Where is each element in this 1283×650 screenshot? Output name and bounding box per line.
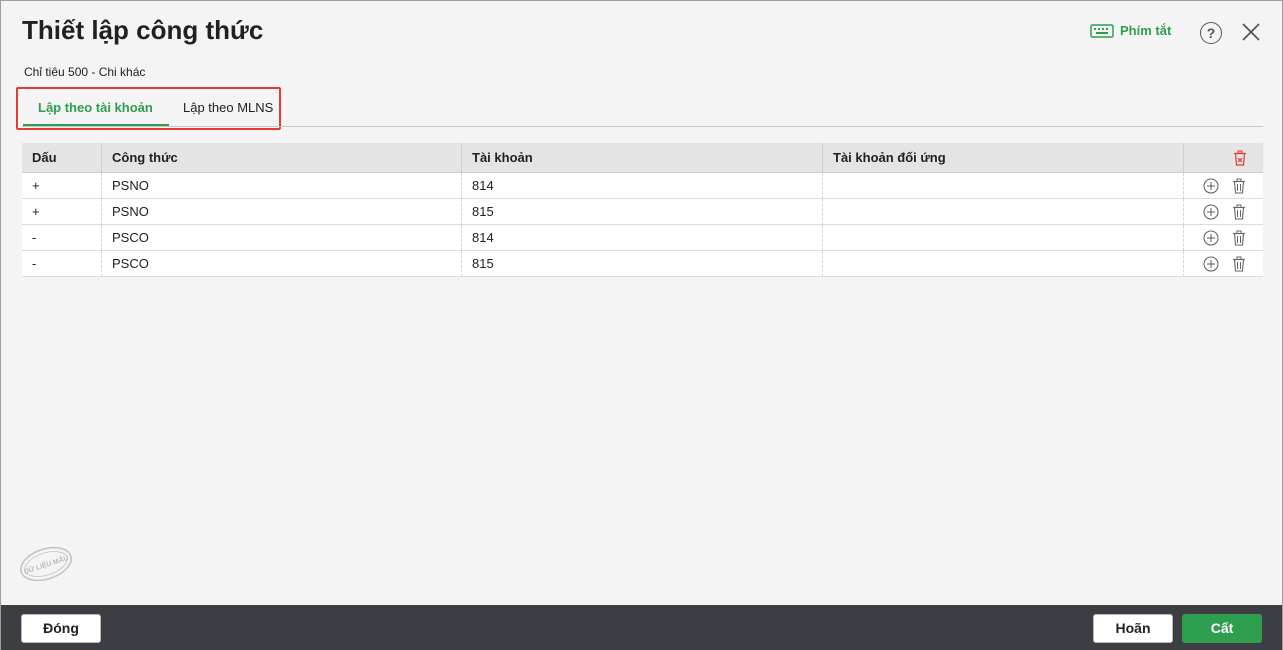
- add-row-icon[interactable]: [1203, 178, 1219, 194]
- column-header-formula[interactable]: Công thức: [102, 143, 462, 173]
- delete-row-icon[interactable]: [1231, 230, 1247, 246]
- add-row-icon[interactable]: [1203, 204, 1219, 220]
- formula-setup-dialog: Thiết lập công thức Phím tắt ? Chỉ tiêu …: [0, 0, 1283, 650]
- indicator-subtitle: Chỉ tiêu 500 - Chi khác: [24, 65, 146, 79]
- tab-by-account[interactable]: Lập theo tài khoản: [38, 100, 153, 115]
- column-header-contra-account[interactable]: Tài khoản đối ứng: [823, 143, 1184, 173]
- dialog-title: Thiết lập công thức: [22, 15, 264, 45]
- cell-sign[interactable]: +: [22, 199, 102, 225]
- delete-all-icon[interactable]: [1232, 150, 1248, 166]
- table-row[interactable]: - PSCO 815: [22, 251, 1263, 277]
- cancel-button[interactable]: Hoãn: [1093, 614, 1173, 643]
- cell-contra-account[interactable]: [823, 251, 1184, 277]
- save-button[interactable]: Cất: [1182, 614, 1262, 643]
- help-icon[interactable]: ?: [1200, 22, 1222, 44]
- cell-formula[interactable]: PSCO: [102, 225, 462, 251]
- cell-formula[interactable]: PSCO: [102, 251, 462, 277]
- dialog-footer: Đóng Hoãn Cất: [1, 605, 1282, 650]
- close-icon[interactable]: [1240, 21, 1262, 43]
- column-header-account[interactable]: Tài khoản: [462, 143, 823, 173]
- add-row-icon[interactable]: [1203, 256, 1219, 272]
- column-header-sign[interactable]: Dấu: [22, 143, 102, 173]
- shortcut-label: Phím tắt: [1120, 23, 1172, 38]
- cell-sign[interactable]: -: [22, 251, 102, 277]
- grid-header: Dấu Công thức Tài khoản Tài khoản đối ứn…: [22, 143, 1263, 173]
- close-button[interactable]: Đóng: [21, 614, 101, 643]
- delete-row-icon[interactable]: [1231, 256, 1247, 272]
- table-row[interactable]: - PSCO 814: [22, 225, 1263, 251]
- cell-contra-account[interactable]: [823, 173, 1184, 199]
- cell-account[interactable]: 814: [462, 225, 823, 251]
- sample-data-watermark: DỮ LIỆU MẪU: [20, 546, 72, 582]
- table-row[interactable]: + PSNO 814: [22, 173, 1263, 199]
- cell-sign[interactable]: +: [22, 173, 102, 199]
- shortcut-button[interactable]: Phím tắt: [1090, 23, 1171, 38]
- tab-bar: Lập theo tài khoản Lập theo MLNS: [16, 87, 281, 130]
- cell-account[interactable]: 814: [462, 173, 823, 199]
- cell-contra-account[interactable]: [823, 225, 1184, 251]
- cell-account[interactable]: 815: [462, 199, 823, 225]
- column-header-actions: [1184, 143, 1263, 173]
- delete-row-icon[interactable]: [1231, 178, 1247, 194]
- formula-grid: Dấu Công thức Tài khoản Tài khoản đối ứn…: [22, 143, 1263, 277]
- cell-formula[interactable]: PSNO: [102, 173, 462, 199]
- add-row-icon[interactable]: [1203, 230, 1219, 246]
- cell-sign[interactable]: -: [22, 225, 102, 251]
- cell-formula[interactable]: PSNO: [102, 199, 462, 225]
- cell-account[interactable]: 815: [462, 251, 823, 277]
- table-row[interactable]: + PSNO 815: [22, 199, 1263, 225]
- keyboard-icon: [1090, 23, 1114, 38]
- tab-divider: [22, 126, 1263, 127]
- delete-row-icon[interactable]: [1231, 204, 1247, 220]
- cell-contra-account[interactable]: [823, 199, 1184, 225]
- tab-by-mlns[interactable]: Lập theo MLNS: [183, 100, 273, 115]
